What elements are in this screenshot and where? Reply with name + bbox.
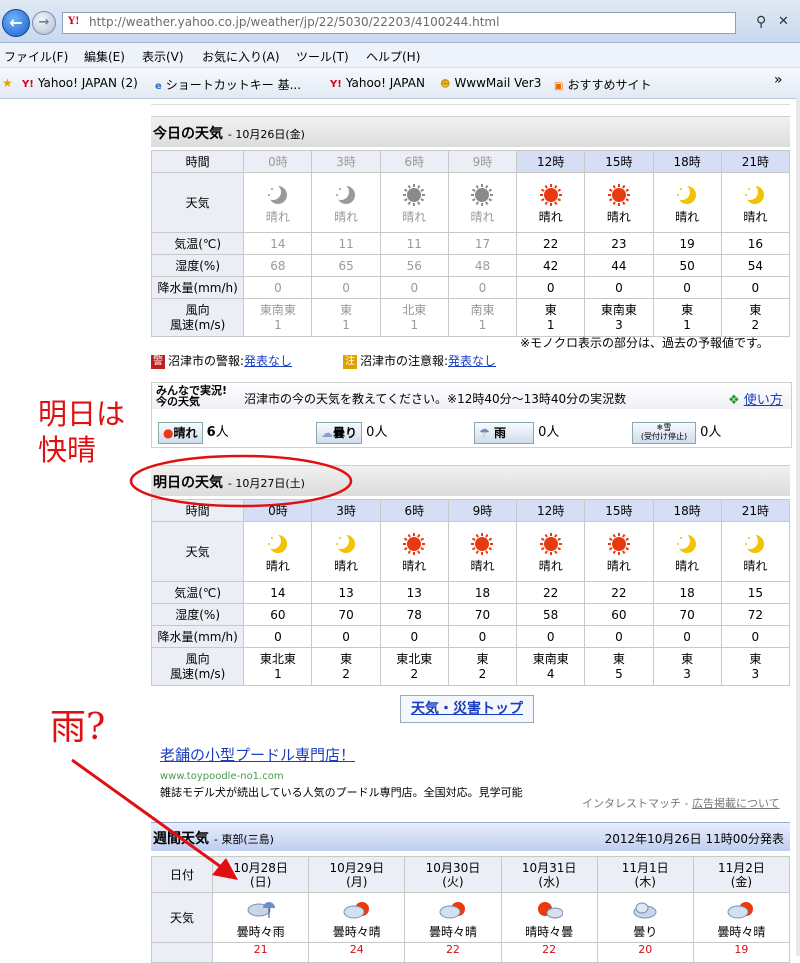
annotation-arrowhead xyxy=(212,858,238,880)
annotation-arrow xyxy=(71,758,229,874)
annotation-circle xyxy=(129,454,353,508)
annotation-rain: 雨? xyxy=(50,707,106,748)
annotation-overlay xyxy=(71,454,353,880)
